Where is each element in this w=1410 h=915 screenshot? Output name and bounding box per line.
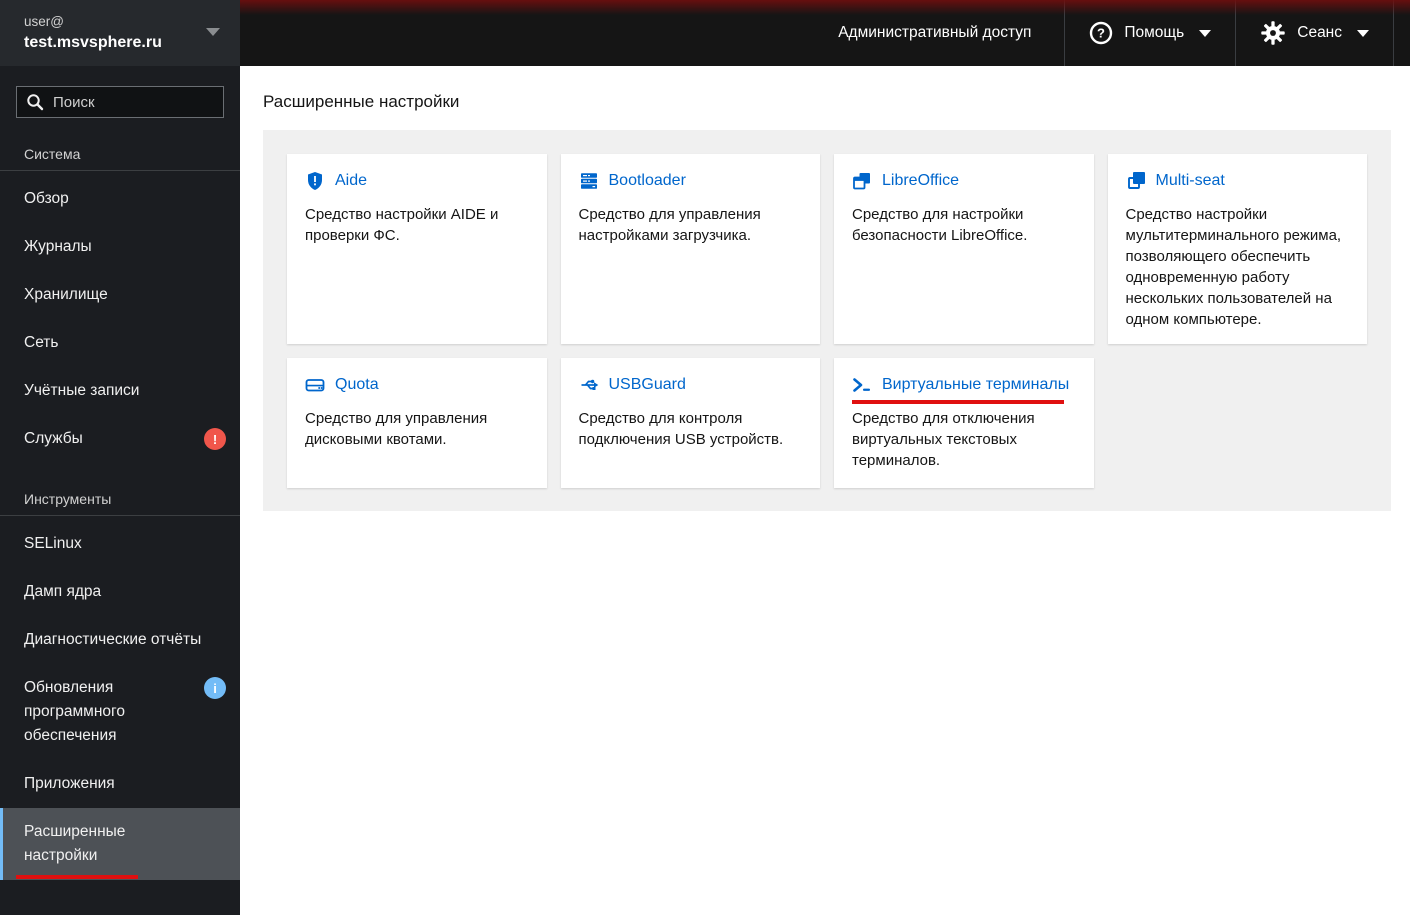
nav-section-system: Система Обзор Журналы Хранилище Сеть Учё… — [0, 136, 240, 463]
card-quota: Quota Средство для управления дисковыми … — [287, 358, 547, 488]
card-description: Средство для контроля подключения USB ус… — [578, 410, 784, 448]
card-description: Средство для управления настройками загр… — [578, 206, 761, 244]
masthead: Административный доступ ? Помощь Сеанс — [240, 0, 1410, 66]
help-menu-label: Помощь — [1124, 24, 1185, 41]
hostname: test.msvsphere.ru — [24, 34, 162, 51]
server-icon — [579, 171, 599, 191]
card-bootloader: Bootloader Средство для управления настр… — [560, 154, 820, 344]
sidebar-item-network[interactable]: Сеть — [0, 319, 240, 367]
host-selector[interactable]: user@ test.msvsphere.ru — [0, 0, 240, 66]
sidebar-item-storage[interactable]: Хранилище — [0, 271, 240, 319]
quota-link[interactable]: Quota — [305, 375, 379, 395]
sidebar-item-software-updates[interactable]: Обновления программного обеспечения i — [0, 664, 240, 760]
sidebar: user@ test.msvsphere.ru Система Обзор — [0, 0, 240, 915]
card-virtual-terminals: Виртуальные терминалы Средство для отклю… — [834, 358, 1094, 488]
chevron-down-icon — [206, 28, 220, 36]
nav-section-tools: Инструменты SELinux Дамп ядра Диагностич… — [0, 481, 240, 880]
page-title: Расширенные настройки — [263, 92, 460, 111]
card-description: Средство для управления дисковыми квотам… — [305, 410, 488, 448]
shield-exclamation-icon — [305, 171, 325, 191]
chevron-down-icon — [1357, 29, 1369, 37]
username: user@ — [24, 14, 64, 29]
tools-panel: Aide Средство настройки AIDE и проверки … — [263, 130, 1391, 511]
multi-seat-link[interactable]: Multi-seat — [1126, 171, 1225, 191]
svg-text:?: ? — [1097, 26, 1105, 41]
red-underline — [852, 400, 1064, 404]
danger-badge: ! — [204, 428, 226, 450]
sidebar-item-applications[interactable]: Приложения — [0, 760, 240, 808]
search-box — [16, 86, 224, 118]
sidebar-item-diagnostic-reports[interactable]: Диагностические отчёты — [0, 616, 240, 664]
sidebar-item-services[interactable]: Службы ! — [0, 415, 240, 463]
cards-grid: Aide Средство настройки AIDE и проверки … — [287, 154, 1367, 488]
clone-icon — [1126, 171, 1146, 191]
gear-icon — [1260, 20, 1286, 46]
sidebar-item-kdump[interactable]: Дамп ядра — [0, 568, 240, 616]
card-description: Средство для отключения виртуальных текс… — [852, 410, 1035, 469]
sidebar-item-logs[interactable]: Журналы — [0, 223, 240, 271]
search-input[interactable] — [16, 86, 224, 118]
sidebar-item-advanced-settings[interactable]: Расширенные настройки — [0, 808, 240, 880]
sidebar-item-accounts[interactable]: Учётные записи — [0, 367, 240, 415]
aide-link[interactable]: Aide — [305, 171, 367, 191]
hdd-icon — [305, 375, 325, 395]
administrative-access-button[interactable]: Административный доступ — [838, 24, 1031, 42]
session-menu-label: Сеанс — [1297, 24, 1342, 41]
nav-section-title: Инструменты — [24, 491, 112, 507]
usb-icon — [579, 375, 599, 395]
card-usbguard: USBGuard Средство для контроля подключен… — [560, 358, 820, 488]
usbguard-link[interactable]: USBGuard — [579, 375, 686, 395]
sidebar-item-selinux[interactable]: SELinux — [0, 520, 240, 568]
card-multi-seat: Multi-seat Средство настройки мультитерм… — [1107, 154, 1367, 344]
session-menu[interactable]: Сеанс — [1236, 0, 1393, 66]
main-content: Расширенные настройки Aide Средство наст… — [240, 66, 1410, 915]
search-icon — [26, 93, 44, 111]
virtual-terminals-link[interactable]: Виртуальные терминалы — [852, 375, 1069, 404]
card-description: Средство настройки AIDE и проверки ФС. — [305, 206, 499, 244]
chevron-down-icon — [1199, 29, 1212, 37]
terminal-icon — [852, 375, 872, 395]
bootloader-link[interactable]: Bootloader — [579, 171, 686, 191]
app-window: Административный доступ ? Помощь Сеанс u… — [0, 0, 1410, 915]
card-aide: Aide Средство настройки AIDE и проверки … — [287, 154, 547, 344]
masthead-tail — [1394, 0, 1410, 66]
info-badge: i — [204, 677, 226, 699]
help-menu[interactable]: ? Помощь — [1065, 0, 1235, 66]
question-circle-icon: ? — [1089, 21, 1113, 45]
sidebar-item-overview[interactable]: Обзор — [0, 175, 240, 223]
nav-section-title: Система — [24, 146, 81, 162]
card-description: Средство настройки мультитерминального р… — [1125, 206, 1342, 328]
window-restore-icon — [852, 171, 872, 191]
libreoffice-link[interactable]: LibreOffice — [852, 171, 959, 191]
card-description: Средство для настройки безопасности Libr… — [852, 206, 1028, 244]
red-underline — [16, 875, 138, 879]
card-libreoffice: LibreOffice Средство для настройки безоп… — [834, 154, 1094, 344]
